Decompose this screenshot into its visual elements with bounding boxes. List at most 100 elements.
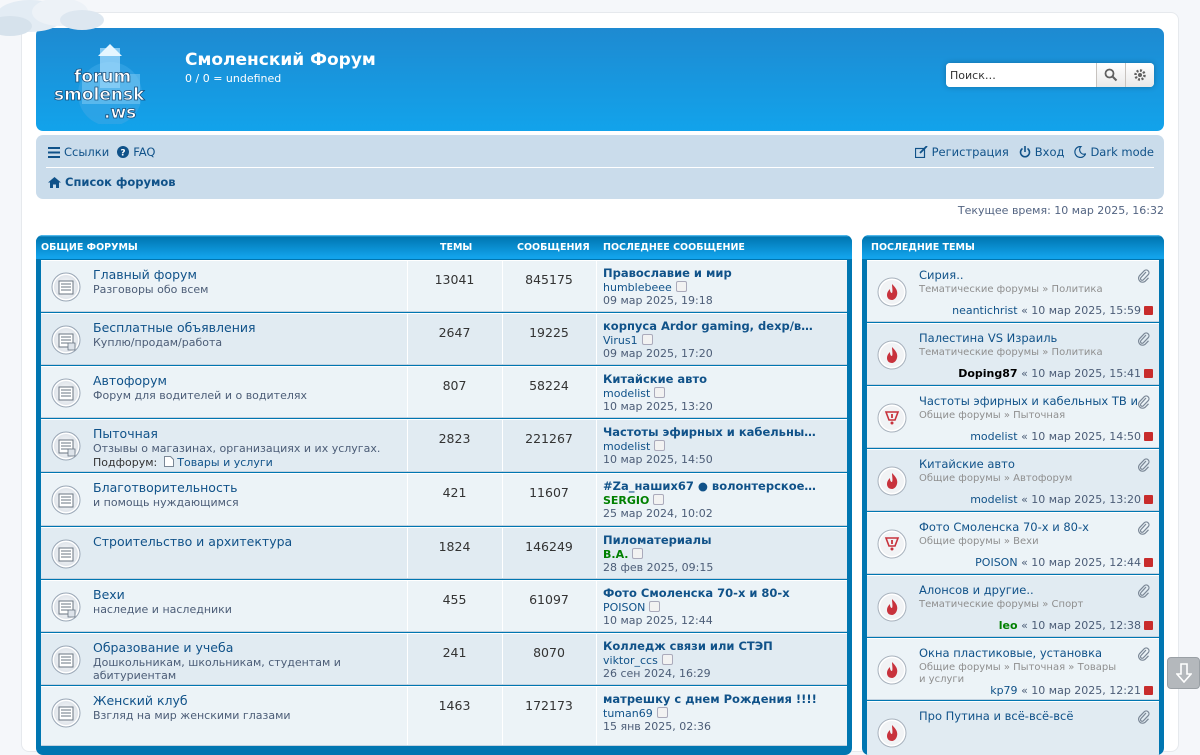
last-post-user[interactable]: modelist: [603, 387, 650, 400]
site-logo[interactable]: forum smolensk .ws: [52, 44, 170, 124]
path-forum[interactable]: Политика: [1052, 347, 1103, 358]
goto-post-icon[interactable]: [649, 600, 661, 612]
recent-topic-title[interactable]: Частоты эфирных и кабельных ТВ и р…: [919, 394, 1141, 408]
recent-topic-user[interactable]: modelist: [970, 430, 1017, 443]
goto-post-icon[interactable]: [661, 653, 673, 665]
darkmode-toggle[interactable]: Dark mode: [1074, 145, 1154, 159]
forum-title[interactable]: Строительство и архитектура: [93, 534, 292, 549]
path-forum-group[interactable]: Общие форумы: [919, 662, 1001, 673]
search-button[interactable]: [1096, 63, 1125, 87]
recent-topic-title[interactable]: Алонсов и другие..: [919, 583, 1141, 597]
path-forum-group[interactable]: Тематические форумы: [919, 284, 1039, 295]
last-post-icon[interactable]: [1144, 621, 1153, 630]
forum-title[interactable]: Главный форум: [93, 267, 197, 282]
login-label: Вход: [1034, 145, 1065, 159]
goto-post-icon[interactable]: [654, 439, 666, 451]
last-post-title[interactable]: Православие и мир: [603, 267, 817, 281]
last-post-date: 09 мар 2025, 17:20: [603, 347, 713, 360]
goto-post-icon[interactable]: [675, 280, 687, 292]
last-post-user[interactable]: humblebeee: [603, 281, 672, 294]
search-input[interactable]: [946, 63, 1096, 87]
last-post-title[interactable]: Колледж связи или СТЭП: [603, 640, 817, 654]
links-menu[interactable]: Ссылки: [48, 145, 109, 159]
recent-topic-title[interactable]: Фото Смоленска 70-х и 80-х: [919, 520, 1141, 534]
forum-title[interactable]: Бесплатные объявления: [93, 320, 256, 335]
recent-topic-user[interactable]: neantichrist: [952, 304, 1017, 317]
last-post-user[interactable]: Virus1: [603, 334, 638, 347]
breadcrumb[interactable]: Список форумов: [48, 175, 176, 189]
recent-topic-user[interactable]: Doping87: [958, 367, 1017, 380]
goto-post-icon[interactable]: [656, 706, 668, 718]
last-post-title[interactable]: корпуса Ardor gaming, dexp/ве…: [603, 320, 817, 334]
advanced-search-button[interactable]: [1125, 63, 1154, 87]
last-post-user[interactable]: B.A.: [603, 548, 628, 561]
goto-post-icon[interactable]: [632, 547, 644, 559]
last-post-user[interactable]: tuman69: [603, 707, 653, 720]
posts-count: 221267: [525, 431, 573, 446]
site-title[interactable]: Смоленский Форум: [185, 50, 376, 70]
last-post-title[interactable]: Фото Смоленска 70-х и 80-х: [603, 587, 817, 601]
section-title[interactable]: ОБЩИЕ ФОРУМЫ: [41, 242, 138, 253]
scroll-down-button[interactable]: [1167, 657, 1200, 689]
recent-topic-title[interactable]: Окна пластиковые, установка: [919, 646, 1141, 660]
path-forum[interactable]: Политика: [1052, 284, 1103, 295]
recent-topic-byline: leo « 10 мар 2025, 12:38: [999, 619, 1153, 632]
last-post-user[interactable]: viktor_ccs: [603, 654, 658, 667]
goto-post-icon[interactable]: [653, 493, 665, 505]
last-post-date: 09 мар 2025, 19:18: [603, 294, 713, 307]
recent-topic-date: « 10 мар 2025, 15:41: [1021, 367, 1141, 380]
site-description: 0 / 0 = undefined: [185, 72, 282, 85]
forum-title[interactable]: Образование и учеба: [93, 640, 233, 655]
recent-topic-byline: POISON « 10 мар 2025, 12:44: [975, 556, 1153, 569]
path-forum-group[interactable]: Тематические форумы: [919, 347, 1039, 358]
path-forum-group[interactable]: Общие форумы: [919, 536, 1001, 547]
path-forum[interactable]: Пыточная: [1013, 662, 1065, 673]
last-post-user[interactable]: SERGIO: [603, 494, 649, 507]
last-post-title[interactable]: Частоты эфирных и кабельных Т…: [603, 426, 817, 440]
path-forum-group[interactable]: Общие форумы: [919, 473, 1001, 484]
path-forum[interactable]: Вехи: [1013, 536, 1038, 547]
forum-title[interactable]: Пыточная: [93, 426, 158, 441]
recent-topic-byline: modelist « 10 мар 2025, 13:20: [970, 493, 1153, 506]
posts-count: 146249: [525, 539, 573, 554]
recent-topic-user[interactable]: POISON: [975, 556, 1017, 569]
forum-title[interactable]: Вехи: [93, 587, 125, 602]
last-post-icon[interactable]: [1144, 495, 1153, 504]
recent-topic-title[interactable]: Китайские авто: [919, 457, 1141, 471]
path-forum[interactable]: Автофорум: [1013, 473, 1072, 484]
recent-topic-title[interactable]: Палестина VS Израиль: [919, 331, 1141, 345]
path-forum-group[interactable]: Тематические форумы: [919, 599, 1039, 610]
last-post-title[interactable]: матрешку с днем Рождения !!!!: [603, 693, 817, 707]
forum-title[interactable]: Женский клуб: [93, 693, 188, 708]
goto-post-icon[interactable]: [641, 333, 653, 345]
recent-topic-user[interactable]: kp79: [990, 684, 1017, 697]
recent-topic-user[interactable]: modelist: [970, 493, 1017, 506]
path-forum[interactable]: Пыточная: [1013, 410, 1065, 421]
question-icon: ?: [117, 146, 130, 158]
last-post-user[interactable]: POISON: [603, 601, 645, 614]
register-link[interactable]: Регистрация: [914, 145, 1009, 159]
last-post-title[interactable]: Пиломатериалы: [603, 534, 817, 548]
path-forum-group[interactable]: Общие форумы: [919, 410, 1001, 421]
recent-topic-row: Сирия.. Тематические форумы » Политика n…: [867, 260, 1159, 322]
path-forum[interactable]: Спорт: [1052, 599, 1084, 610]
forum-title[interactable]: Благотворительность: [93, 480, 237, 495]
recent-topic-title[interactable]: Сирия..: [919, 268, 1141, 282]
recent-topic-user[interactable]: leo: [999, 619, 1018, 632]
recent-topic-row: Китайские авто Общие форумы » Автофорум …: [867, 449, 1159, 511]
recent-topic-title[interactable]: Про Путина и всё-всё-всё: [919, 709, 1141, 723]
login-link[interactable]: Вход: [1019, 145, 1065, 159]
forum-title[interactable]: Автофорум: [93, 373, 167, 388]
last-post-icon[interactable]: [1144, 686, 1153, 695]
forum-description: и помощь нуждающимся: [93, 496, 239, 509]
last-post-icon[interactable]: [1144, 558, 1153, 567]
last-post-title[interactable]: Китайские авто: [603, 373, 817, 387]
faq-link[interactable]: ? FAQ: [117, 145, 155, 159]
last-post-icon[interactable]: [1144, 306, 1153, 315]
last-post-title[interactable]: #Za_наших67 ● волонтерское дв…: [603, 480, 817, 494]
goto-post-icon[interactable]: [654, 386, 666, 398]
last-post-icon[interactable]: [1144, 369, 1153, 378]
last-post-user[interactable]: modelist: [603, 440, 650, 453]
subforum-link[interactable]: Товары и услуги: [177, 456, 273, 469]
last-post-icon[interactable]: [1144, 432, 1153, 441]
